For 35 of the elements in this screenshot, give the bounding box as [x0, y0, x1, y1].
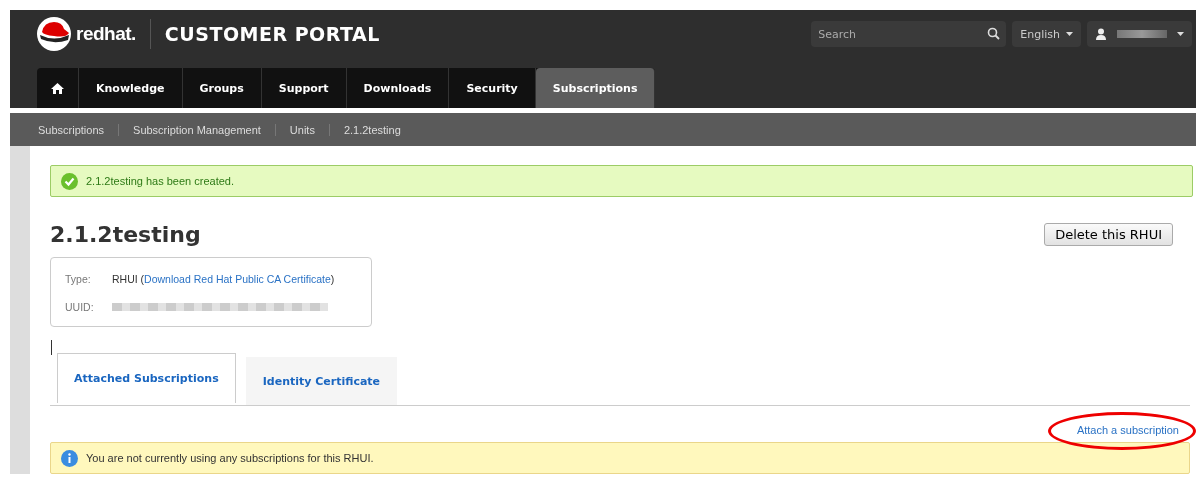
certificate-link[interactable]: Download Red Hat Public CA Certificate — [144, 273, 331, 285]
breadcrumb-link[interactable]: Subscription Management — [133, 123, 276, 136]
caret-icon[interactable] — [1177, 32, 1184, 36]
nav-tab[interactable]: Downloads — [346, 68, 450, 108]
breadcrumb-link[interactable]: Units — [289, 123, 330, 136]
attach-link[interactable]: Attach a subscription — [1076, 424, 1179, 436]
page-title: 2.1.2testing — [50, 222, 201, 247]
brand-name: redhat. — [76, 23, 136, 45]
alert-message: 2.1.2testing has been created. — [86, 175, 234, 187]
nav-tab[interactable]: Security — [449, 68, 536, 108]
home-icon[interactable] — [51, 82, 64, 94]
portal-title: CUSTOMER PORTAL — [164, 23, 380, 45]
breadcrumb-link[interactable]: Subscriptions — [38, 123, 120, 136]
check-icon — [61, 172, 78, 190]
search-icon[interactable] — [987, 27, 1001, 40]
breadcrumb-link[interactable]: 2.1.2testing — [343, 123, 415, 136]
delete-button[interactable]: Delete this RHUI — [1044, 223, 1173, 246]
closing-parenthesis: ) — [330, 273, 335, 285]
alert-message: You are not currently using any subscriptions for this RHUI. — [86, 452, 374, 464]
field-label: Type: — [65, 273, 92, 285]
tab[interactable]: Identity Certificate — [245, 357, 398, 405]
nav-tab[interactable]: Groups — [182, 68, 262, 108]
info-icon — [61, 449, 78, 467]
nav-tab[interactable]: Knowledge — [79, 68, 183, 108]
nav-tab[interactable]: Support — [261, 68, 347, 108]
language-dropdown[interactable]: English — [1012, 21, 1081, 47]
user-icon[interactable] — [1095, 28, 1107, 40]
field-value: RHUI ( — [112, 273, 145, 285]
caret-icon[interactable] — [1066, 32, 1073, 36]
field-label: UUID: — [65, 301, 95, 313]
user-menu[interactable] — [1087, 21, 1192, 47]
search-field[interactable]: Search — [811, 21, 1007, 47]
tab[interactable]: Attached Subscriptions — [57, 353, 236, 403]
logo-icon — [36, 16, 72, 52]
nav-tab[interactable]: Subscriptions — [535, 68, 656, 108]
